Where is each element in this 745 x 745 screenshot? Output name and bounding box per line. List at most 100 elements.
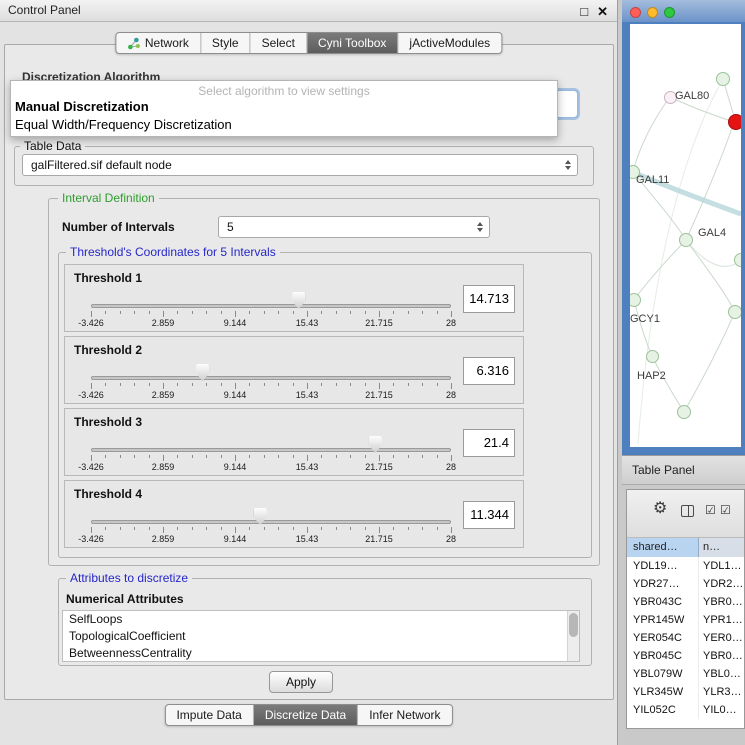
table-row[interactable]: YER054CYER0… [627, 629, 744, 647]
tab-label: jActiveModules [409, 36, 490, 50]
threshold-slider-track[interactable] [91, 376, 451, 380]
table-row[interactable]: YBR045CYBR0… [627, 647, 744, 665]
table-toolbar: ⚙ ☑ ☑ [627, 490, 744, 538]
tab-label: Style [212, 36, 239, 50]
table-cell: YDL1… [699, 557, 744, 575]
table-row[interactable]: YDR27…YDR2… [627, 575, 744, 593]
tab-style[interactable]: Style [200, 33, 250, 53]
float-icon[interactable]: □ [580, 1, 588, 22]
table-cell: YER054C [627, 629, 699, 647]
network-canvas[interactable]: GAL80 GAL11 GAL4 GCY1 HAP2 [630, 24, 741, 447]
attributes-list-items: SelfLoopsTopologicalCoefficientBetweenne… [63, 611, 579, 662]
table-row[interactable]: YDL19…YDL1… [627, 557, 744, 575]
tab-network[interactable]: Network [116, 33, 200, 53]
attribute-list-item[interactable]: TopologicalCoefficient [63, 628, 579, 645]
scrollbar-thumb[interactable] [569, 613, 578, 637]
threshold-value-field[interactable]: 11.344 [463, 501, 515, 529]
column-header[interactable]: n… [699, 538, 744, 557]
table-cell: YLR345W [627, 683, 699, 701]
algorithm-option[interactable]: Manual Discretization [11, 98, 557, 116]
network-node[interactable] [679, 233, 693, 247]
table-cell: YBR045C [627, 647, 699, 665]
table-data-combobox[interactable]: galFiltered.sif default node [22, 154, 578, 176]
tab-select[interactable]: Select [250, 33, 306, 53]
slider-scale-labels: -3.4262.8599.14415.4321.71528 [91, 462, 451, 473]
table-row[interactable]: YIL052CYIL0… [627, 701, 744, 719]
number-of-intervals-label: Number of Intervals [62, 220, 175, 234]
threshold-slider-track[interactable] [91, 304, 451, 308]
bottom-tab-strip: Impute DataDiscretize DataInfer Network [164, 704, 452, 726]
gear-icon[interactable]: ⚙ [653, 501, 667, 517]
zoom-traffic-icon[interactable] [664, 7, 675, 18]
tab-discretize-data[interactable]: Discretize Data [253, 705, 357, 725]
select-all-icon[interactable]: ☑ [705, 504, 716, 516]
slider-ticks [91, 527, 451, 534]
table-panel-title: Table Panel [632, 463, 695, 477]
network-node[interactable] [728, 305, 741, 319]
interval-definition-title: Interval Definition [58, 191, 159, 205]
slider-scale-labels: -3.4262.8599.14415.4321.71528 [91, 390, 451, 401]
table-row[interactable]: YLR345WYLR3… [627, 683, 744, 701]
top-tab-strip: Network Style Select Cyni Toolbox jActiveMod… [115, 32, 502, 54]
table-data-value: galFiltered.sif default node [31, 158, 172, 172]
tab-impute-data[interactable]: Impute Data [165, 705, 252, 725]
attribute-list-item[interactable]: SelfLoops [63, 611, 579, 628]
network-node[interactable] [734, 253, 741, 267]
table-panel-header: Table Panel [622, 455, 745, 485]
tab-cyni-toolbox[interactable]: Cyni Toolbox [306, 33, 397, 53]
attributes-scrollbar[interactable] [567, 611, 579, 661]
table-cell: YBR043C [627, 593, 699, 611]
threshold-label: Threshold 1 [74, 271, 142, 285]
dropdown-placeholder: Select algorithm to view settings [11, 84, 557, 98]
table-cell: YIL052C [627, 701, 699, 719]
tab-label: Cyni Toolbox [318, 36, 386, 50]
close-icon[interactable]: ✕ [597, 1, 608, 22]
column-header[interactable]: shared… [627, 538, 699, 557]
tab-label: Select [262, 36, 295, 50]
threshold-slider-track[interactable] [91, 520, 451, 524]
threshold-slider-track[interactable] [91, 448, 451, 452]
table-cell: YBL079W [627, 665, 699, 683]
table-cell: YDR27… [627, 575, 699, 593]
network-node[interactable] [716, 72, 730, 86]
node-label: GAL80 [675, 90, 709, 102]
attribute-list-item[interactable]: BetweennessCentrality [63, 645, 579, 662]
columns-icon[interactable] [681, 505, 694, 517]
network-node[interactable] [677, 405, 691, 419]
attributes-group-title: Attributes to discretize [66, 571, 192, 585]
threshold-label: Threshold 4 [74, 487, 142, 501]
table-cell: YDL19… [627, 557, 699, 575]
combo-stepper-icon [561, 155, 574, 175]
table-row[interactable]: YBR043CYBR0… [627, 593, 744, 611]
threshold-value-field[interactable]: 6.316 [463, 357, 515, 385]
threshold-value-field[interactable]: 14.713 [463, 285, 515, 313]
table-cell: YDR2… [699, 575, 744, 593]
apply-button[interactable]: Apply [269, 671, 333, 693]
table-row[interactable]: YPR145WYPR1… [627, 611, 744, 629]
network-node-highlighted[interactable] [728, 114, 741, 130]
application-root: Control Panel □ ✕ NetworkStyleSelectCyni… [0, 0, 745, 745]
threshold-panel: Threshold 2 -3.4262.8599.14415.4321.7152… [64, 336, 524, 404]
tab-jactivemodules[interactable]: jActiveModules [397, 33, 501, 53]
threshold-value-field[interactable]: 21.4 [463, 429, 515, 457]
slider-ticks [91, 455, 451, 462]
number-of-intervals-combobox[interactable]: 5 [218, 216, 490, 238]
thresholds-container: Threshold 1 -3.4262.8599.14415.4321.7152… [64, 264, 524, 548]
network-node[interactable] [646, 350, 659, 363]
table-header-row: shared…n… [627, 538, 744, 557]
table-cell: YPR1… [699, 611, 744, 629]
attributes-listbox[interactable]: SelfLoopsTopologicalCoefficientBetweenne… [62, 610, 580, 662]
close-traffic-icon[interactable] [630, 7, 641, 18]
dropdown-options: Manual DiscretizationEqual Width/Frequen… [11, 98, 557, 134]
slider-scale-labels: -3.4262.8599.14415.4321.71528 [91, 318, 451, 329]
table-cell: YBL0… [699, 665, 744, 683]
table-cell: YLR3… [699, 683, 744, 701]
threshold-panel: Threshold 4 -3.4262.8599.14415.4321.7152… [64, 480, 524, 548]
network-view-window: GAL80 GAL11 GAL4 GCY1 HAP2 [622, 0, 745, 455]
tab-infer-network[interactable]: Infer Network [357, 705, 451, 725]
minimize-traffic-icon[interactable] [647, 7, 658, 18]
select-none-icon[interactable]: ☑ [720, 504, 731, 516]
threshold-panel: Threshold 3 -3.4262.8599.14415.4321.7152… [64, 408, 524, 476]
algorithm-option[interactable]: Equal Width/Frequency Discretization [11, 116, 557, 134]
table-row[interactable]: YBL079WYBL0… [627, 665, 744, 683]
